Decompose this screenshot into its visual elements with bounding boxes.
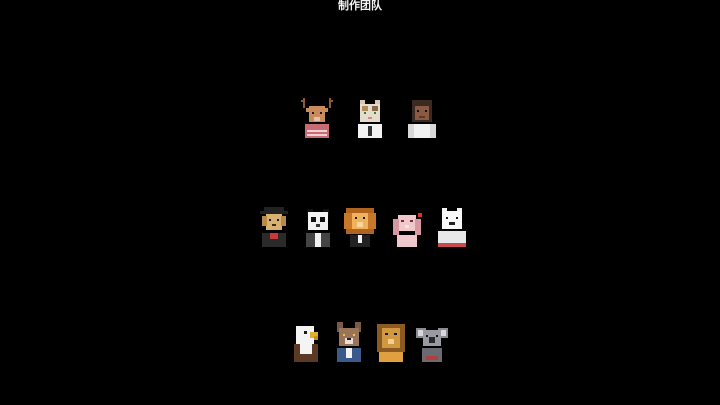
hooded-person-avatar-icon (404, 96, 440, 140)
credits-title: 制作团队 (338, 0, 382, 12)
credits-row-2 (0, 205, 720, 249)
rabbit-avatar-icon (389, 205, 425, 249)
cat-avatar-icon (352, 96, 388, 140)
koala-avatar-icon (414, 320, 450, 364)
panda-avatar-icon (300, 205, 336, 249)
lion-avatar-icon (342, 205, 378, 249)
wolf-avatar-icon (331, 320, 367, 364)
deer-avatar-icon (299, 96, 335, 140)
polar-bear-avatar-icon (434, 205, 470, 249)
dog-with-hat-avatar-icon (256, 205, 292, 249)
credits-row-3 (0, 320, 720, 364)
lion-cub-avatar-icon (373, 320, 409, 364)
credits-row-1 (0, 96, 720, 140)
eagle-avatar-icon (288, 320, 324, 364)
